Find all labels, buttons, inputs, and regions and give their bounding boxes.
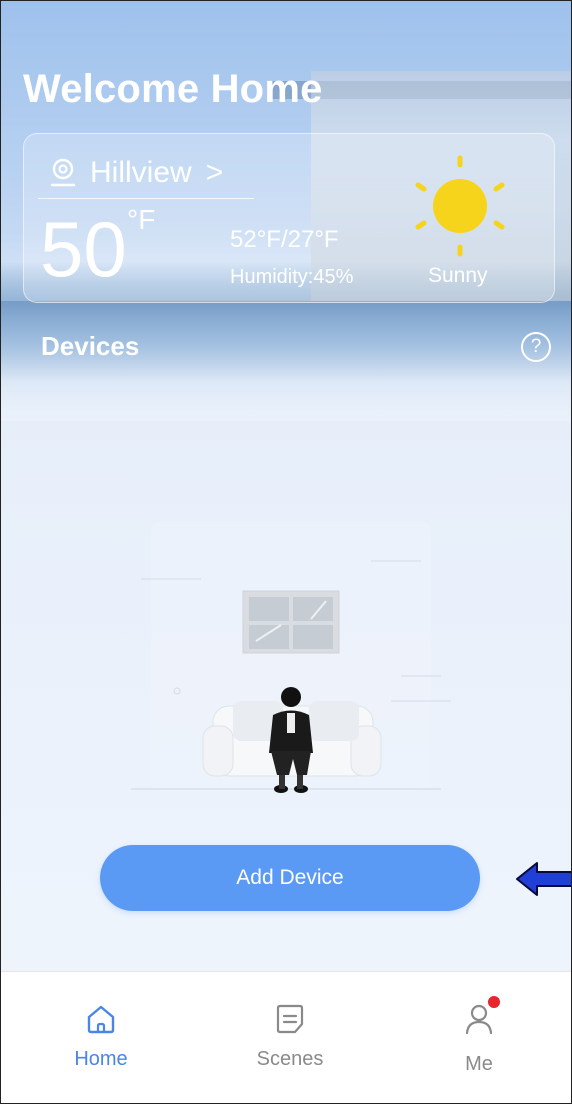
add-device-button[interactable]: Add Device — [100, 845, 480, 911]
temperature-unit: °F — [127, 204, 156, 235]
empty-state-illustration — [131, 521, 451, 793]
temperature-value: 50 — [40, 205, 127, 293]
weather-card[interactable]: Hillview > 50 °F 52°F/27°F Humidity:45% … — [23, 133, 555, 303]
tab-home[interactable]: Home — [41, 1002, 161, 1071]
location-selector[interactable]: Hillview > — [48, 156, 223, 190]
tab-me[interactable]: Me — [419, 996, 539, 1076]
location-divider — [38, 198, 254, 199]
home-icon — [87, 1005, 115, 1034]
arrow-left-icon — [516, 862, 571, 896]
bottom-tab-bar: Home Scenes Me — [1, 971, 571, 1103]
help-icon[interactable]: ? — [521, 332, 551, 362]
humidity-value: Humidity:45% — [230, 266, 354, 288]
sun-icon — [404, 150, 516, 262]
tab-scenes-label: Scenes — [256, 1048, 324, 1070]
tab-me-label: Me — [465, 1053, 493, 1075]
page-title: Welcome Home — [23, 67, 323, 111]
tab-scenes[interactable]: Scenes — [230, 1002, 350, 1071]
location-name: Hillview — [90, 156, 192, 189]
high-low-temperature: 52°F/27°F — [230, 226, 339, 253]
weather-condition: Sunny — [428, 264, 488, 287]
location-pin-icon — [50, 158, 76, 187]
scenes-icon — [276, 1004, 304, 1034]
tab-home-label: Home — [74, 1048, 128, 1070]
app-screen: Welcome Home Hillview > 50 °F 52°F/27°F … — [0, 0, 572, 1104]
chevron-right-icon: > — [205, 156, 224, 189]
notification-badge — [488, 996, 500, 1008]
devices-heading: Devices — [41, 331, 140, 361]
